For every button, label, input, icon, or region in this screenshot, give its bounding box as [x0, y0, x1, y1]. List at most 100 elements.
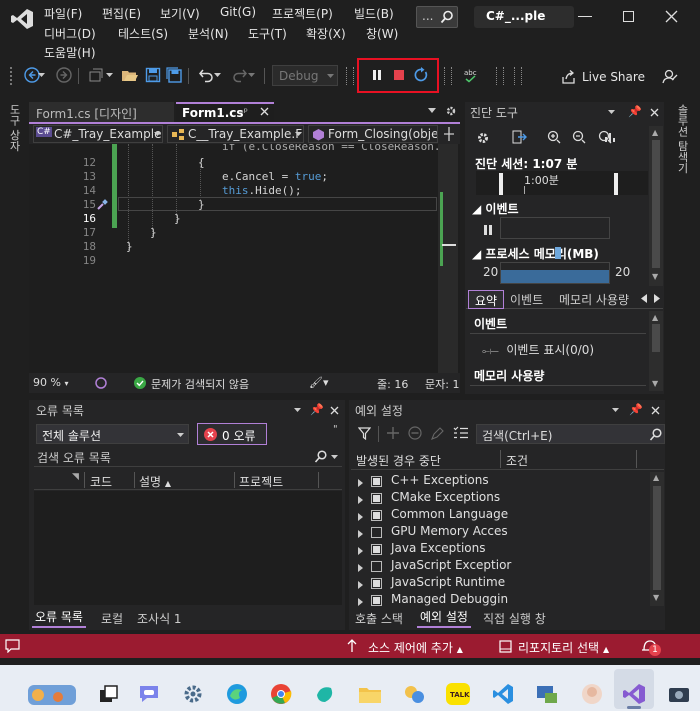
- events-pause-icon[interactable]: [484, 225, 492, 235]
- stop-button[interactable]: [389, 64, 409, 86]
- close-tab-icon[interactable]: [260, 107, 269, 116]
- pause-button[interactable]: [367, 64, 387, 86]
- notifications-icon[interactable]: 1: [641, 638, 661, 656]
- summary-vscrollbar[interactable]: ▲ ▼: [649, 311, 663, 391]
- solution-config-select[interactable]: Debug: [272, 65, 338, 86]
- menu-build[interactable]: 빌드(B): [354, 5, 394, 22]
- exception-checkbox[interactable]: [371, 561, 382, 572]
- photos-app-icon[interactable]: [397, 677, 431, 711]
- expand-icon[interactable]: [358, 544, 363, 558]
- network-app-icon[interactable]: [530, 677, 564, 711]
- chrome-icon[interactable]: [264, 677, 298, 711]
- save-all-icon[interactable]: [164, 64, 184, 86]
- exception-checkbox[interactable]: [371, 578, 382, 589]
- filter-icon[interactable]: [358, 427, 371, 440]
- diag-vscrollbar[interactable]: ▲ ▼: [649, 126, 663, 286]
- column-position[interactable]: 문자: 1: [425, 376, 460, 392]
- scroll-up-icon[interactable]: ▲: [652, 313, 658, 322]
- diag-settings-icon[interactable]: [476, 131, 490, 145]
- tab-watch-1[interactable]: 조사식 1: [137, 610, 182, 627]
- toolbar-overflow-icon[interactable]: [514, 67, 522, 85]
- quick-action-brush-icon[interactable]: [96, 199, 108, 211]
- close-button[interactable]: [665, 10, 678, 23]
- menu-extensions[interactable]: 확장(X): [306, 25, 346, 42]
- scroll-thumb[interactable]: [653, 486, 661, 590]
- expand-icon[interactable]: [358, 476, 363, 490]
- open-folder-icon[interactable]: [120, 64, 140, 86]
- pin-icon[interactable]: 📌: [628, 105, 642, 118]
- tab-exception-settings[interactable]: 예외 설정: [417, 608, 471, 628]
- toolbar-overflow-icon[interactable]: [496, 67, 504, 85]
- zoom-out-icon[interactable]: [572, 130, 586, 144]
- exception-checkbox[interactable]: [371, 493, 382, 504]
- exception-checkbox[interactable]: [371, 595, 382, 606]
- scroll-up-icon[interactable]: ▲: [652, 128, 658, 137]
- close-panel-icon[interactable]: [651, 406, 660, 415]
- restart-button[interactable]: [411, 64, 431, 86]
- expand-icon[interactable]: [358, 510, 363, 524]
- tab-events[interactable]: 이벤트: [510, 291, 543, 308]
- expand-icon[interactable]: [358, 493, 363, 507]
- spell-check-icon[interactable]: abc: [462, 64, 482, 86]
- pin-icon[interactable]: -ᵖ: [240, 107, 248, 118]
- exception-checkbox[interactable]: [371, 476, 382, 487]
- undo-dropdown-icon[interactable]: [212, 64, 222, 86]
- zoom-level[interactable]: 90 % ▾: [33, 376, 68, 389]
- brush-icon[interactable]: 🖌▾: [309, 376, 329, 389]
- copilot-app-icon[interactable]: [308, 677, 342, 711]
- events-section[interactable]: ◢ 이벤트: [472, 200, 519, 217]
- add-icon[interactable]: [387, 427, 399, 439]
- expand-icon[interactable]: [358, 578, 363, 592]
- line-position[interactable]: 줄: 16: [377, 376, 408, 392]
- editor-settings-icon[interactable]: [445, 105, 457, 117]
- column-description[interactable]: 설명 ▲: [139, 473, 171, 490]
- list-view-icon[interactable]: [453, 426, 469, 440]
- nav-member-select[interactable]: Form_Closing(obje: [308, 125, 438, 143]
- process-memory-section[interactable]: ◢ 프로세스 메모리(MB): [472, 245, 599, 262]
- column-conditions[interactable]: 조건: [506, 452, 528, 469]
- scroll-up-icon[interactable]: ▲: [653, 473, 659, 482]
- tab-scroll-right-icon[interactable]: [654, 294, 660, 303]
- task-view-icon[interactable]: [92, 677, 126, 711]
- scroll-down-icon[interactable]: ▼: [653, 593, 659, 602]
- pin-icon[interactable]: 📌: [310, 403, 324, 416]
- tab-scroll-left-icon[interactable]: [641, 294, 647, 303]
- exception-checkbox[interactable]: [371, 544, 382, 555]
- diag-export-icon[interactable]: [511, 130, 527, 144]
- menu-help[interactable]: 도움말(H): [44, 44, 96, 61]
- menu-window[interactable]: 창(W): [366, 25, 398, 42]
- panel-dropdown-icon[interactable]: [612, 408, 619, 412]
- tab-immediate-window[interactable]: 직접 실행 창: [483, 610, 546, 627]
- toolbar-overflow-icon[interactable]: [346, 67, 354, 85]
- vscode-icon[interactable]: [486, 677, 520, 711]
- expand-icon[interactable]: [358, 561, 363, 575]
- exception-checkbox[interactable]: [371, 510, 382, 521]
- issues-status[interactable]: 문제가 검색되지 않음: [151, 376, 249, 392]
- avatar-app-icon[interactable]: [575, 677, 609, 711]
- tab-memory-usage[interactable]: 메모리 사용량: [559, 291, 637, 308]
- add-to-source-control[interactable]: 소스 제어에 추가 ▲: [368, 639, 463, 656]
- toolbar-overflow-icon[interactable]: ": [333, 424, 338, 435]
- bar-chart-icon[interactable]: [605, 131, 617, 143]
- select-repository[interactable]: 리포지토리 선택 ▲: [518, 639, 609, 656]
- solution-explorer-tab[interactable]: 솔루션 탐색기: [674, 104, 690, 174]
- tab-list-dropdown-icon[interactable]: [428, 108, 436, 113]
- search-box[interactable]: ...: [416, 6, 458, 28]
- menu-test[interactable]: 테스트(S): [118, 25, 168, 42]
- live-share-icon[interactable]: [561, 69, 577, 85]
- menu-file[interactable]: 파일(F): [44, 5, 82, 22]
- back-dropdown-icon[interactable]: [36, 64, 46, 86]
- exception-checkbox[interactable]: [371, 527, 382, 538]
- menu-tools[interactable]: 도구(T): [248, 25, 287, 42]
- forward-icon[interactable]: [54, 64, 74, 86]
- nav-project-select[interactable]: C# C#_Tray_Example: [33, 125, 163, 143]
- toolbox-tab[interactable]: 도구 상자: [6, 104, 22, 152]
- editor-vscrollbar[interactable]: [438, 144, 458, 373]
- redo-dropdown-icon[interactable]: [246, 64, 256, 86]
- edit-condition-icon[interactable]: [431, 427, 444, 440]
- nav-class-select[interactable]: C__Tray_Example.F: [167, 125, 304, 143]
- zoom-in-icon[interactable]: [547, 130, 561, 144]
- tab-error-list[interactable]: 오류 목록: [32, 608, 86, 628]
- settings-icon[interactable]: [176, 677, 210, 711]
- panel-dropdown-icon[interactable]: [608, 110, 615, 114]
